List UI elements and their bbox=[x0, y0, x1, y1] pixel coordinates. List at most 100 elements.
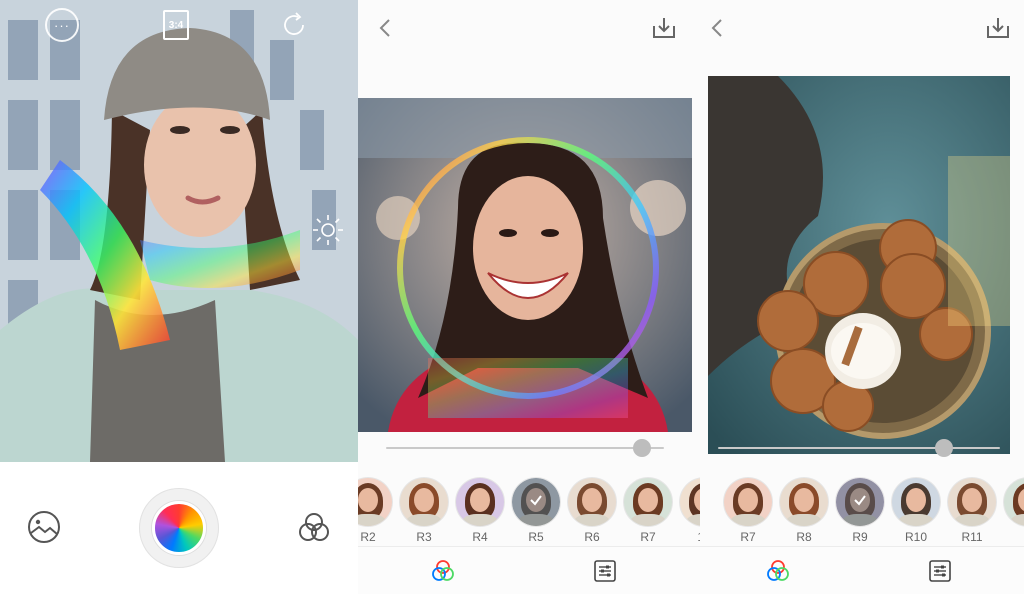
rotate-camera-icon bbox=[284, 12, 304, 35]
aspect-ratio-label: 3:4 bbox=[168, 19, 184, 31]
camera-preview-image bbox=[0, 0, 358, 462]
preview-face bbox=[794, 488, 814, 512]
edited-photo bbox=[358, 98, 692, 432]
filter-preview-image bbox=[568, 478, 616, 526]
preview-body bbox=[574, 514, 610, 526]
gallery-button[interactable] bbox=[26, 509, 62, 545]
edited-photo bbox=[708, 76, 1010, 454]
preview-face bbox=[638, 488, 658, 512]
preview-face bbox=[358, 488, 378, 512]
filter-thumbnail[interactable]: R3 bbox=[400, 478, 448, 544]
intensity-slider[interactable] bbox=[718, 437, 1000, 459]
check-icon bbox=[530, 495, 542, 506]
editor-tab-bar bbox=[700, 546, 1024, 594]
preview-body bbox=[406, 514, 442, 526]
filter-label: R2 bbox=[360, 530, 376, 544]
filter-thumbnail[interactable]: R8 bbox=[780, 478, 828, 544]
filter-thumbnail[interactable]: R11 bbox=[948, 478, 996, 544]
filter-preview-image bbox=[836, 478, 884, 526]
filter-preview-image bbox=[400, 478, 448, 526]
filter-preview-image bbox=[456, 478, 504, 526]
filter-thumbnail[interactable]: R9 bbox=[836, 478, 884, 544]
preview-body bbox=[898, 514, 934, 526]
check-icon bbox=[854, 495, 866, 506]
portrait-photo-image bbox=[358, 98, 692, 432]
download-button[interactable] bbox=[650, 14, 678, 42]
preview-face bbox=[582, 488, 602, 512]
slider-thumb[interactable] bbox=[632, 439, 651, 457]
preview-face bbox=[738, 488, 758, 512]
shutter-icon bbox=[152, 501, 206, 555]
download-icon bbox=[653, 18, 675, 38]
filter-preview-image bbox=[680, 478, 700, 526]
gallery-icon bbox=[28, 511, 60, 543]
filter-thumbnail[interactable]: 16 bbox=[680, 478, 700, 544]
filter-label: R5 bbox=[528, 530, 544, 544]
filter-preview-image bbox=[624, 478, 672, 526]
preview-face bbox=[906, 488, 926, 512]
filter-label: R7 bbox=[740, 530, 756, 544]
filter-thumbnail[interactable]: R7 bbox=[624, 478, 672, 544]
sliders-icon bbox=[929, 560, 951, 582]
preview-body bbox=[358, 514, 386, 526]
filter-label: R3 bbox=[416, 530, 432, 544]
editor-tab-bar bbox=[358, 546, 700, 594]
chevron-left-icon bbox=[379, 19, 390, 37]
chevron-left-icon bbox=[711, 19, 722, 37]
preview-body bbox=[786, 514, 822, 526]
more-icon: ··· bbox=[54, 17, 70, 33]
exposure-button[interactable] bbox=[311, 213, 345, 247]
filter-label: R9 bbox=[852, 530, 868, 544]
sliders-icon bbox=[594, 560, 616, 582]
filter-label: R bbox=[1004, 530, 1024, 544]
food-photo-image bbox=[708, 76, 1010, 454]
download-button[interactable] bbox=[984, 14, 1012, 42]
filter-thumbnail[interactable]: R5 bbox=[512, 478, 560, 544]
preview-body bbox=[462, 514, 498, 526]
filter-thumbnail-strip[interactable]: R2 R3 R4 R5 R6 R7 16 bbox=[358, 478, 700, 546]
preview-body bbox=[730, 514, 766, 526]
food-editor-screen: R7 R8 R9 R10 R11 R bbox=[700, 0, 1024, 594]
filter-label: R4 bbox=[472, 530, 488, 544]
rotate-camera-button[interactable] bbox=[277, 8, 311, 42]
filter-thumbnail[interactable]: R10 bbox=[892, 478, 940, 544]
filter-label: R11 bbox=[961, 530, 983, 544]
filter-preview-image bbox=[512, 478, 560, 526]
slider-track bbox=[718, 447, 1000, 449]
camera-screen: ··· 3:4 bbox=[0, 0, 358, 594]
adjust-tab[interactable] bbox=[927, 558, 953, 584]
color-filters-icon bbox=[432, 560, 454, 581]
filters-icon bbox=[299, 513, 329, 541]
preview-body bbox=[630, 514, 666, 526]
effects-tab[interactable] bbox=[430, 558, 456, 584]
preview-face bbox=[470, 488, 490, 512]
filters-button[interactable] bbox=[296, 510, 332, 546]
slider-thumb[interactable] bbox=[934, 439, 953, 457]
more-options-button[interactable]: ··· bbox=[45, 8, 79, 42]
filter-thumbnail[interactable]: R4 bbox=[456, 478, 504, 544]
aspect-ratio-button[interactable]: 3:4 bbox=[163, 10, 189, 40]
preview-face bbox=[962, 488, 982, 512]
filter-thumbnail[interactable]: R6 bbox=[568, 478, 616, 544]
adjust-tab[interactable] bbox=[592, 558, 618, 584]
effects-tab[interactable] bbox=[765, 558, 791, 584]
preview-body bbox=[842, 514, 878, 526]
filter-thumbnail[interactable]: R7 bbox=[724, 478, 772, 544]
back-button[interactable] bbox=[372, 14, 400, 42]
filter-thumbnail[interactable]: R2 bbox=[358, 478, 392, 544]
filter-preview-image bbox=[780, 478, 828, 526]
filter-label: R7 bbox=[640, 530, 656, 544]
shutter-button[interactable] bbox=[139, 488, 219, 568]
intensity-slider[interactable] bbox=[386, 437, 664, 459]
filter-label: R6 bbox=[584, 530, 600, 544]
filter-label: R8 bbox=[796, 530, 812, 544]
filter-preview-image bbox=[892, 478, 940, 526]
download-icon bbox=[987, 18, 1009, 38]
back-button[interactable] bbox=[704, 14, 732, 42]
sun-icon bbox=[313, 215, 343, 245]
filter-thumbnail-strip[interactable]: R7 R8 R9 R10 R11 R bbox=[700, 478, 1024, 546]
filter-thumbnail[interactable]: R bbox=[1004, 478, 1024, 544]
preview-body bbox=[518, 514, 554, 526]
preview-body bbox=[1010, 514, 1024, 526]
camera-viewfinder[interactable]: ··· 3:4 bbox=[0, 0, 358, 462]
